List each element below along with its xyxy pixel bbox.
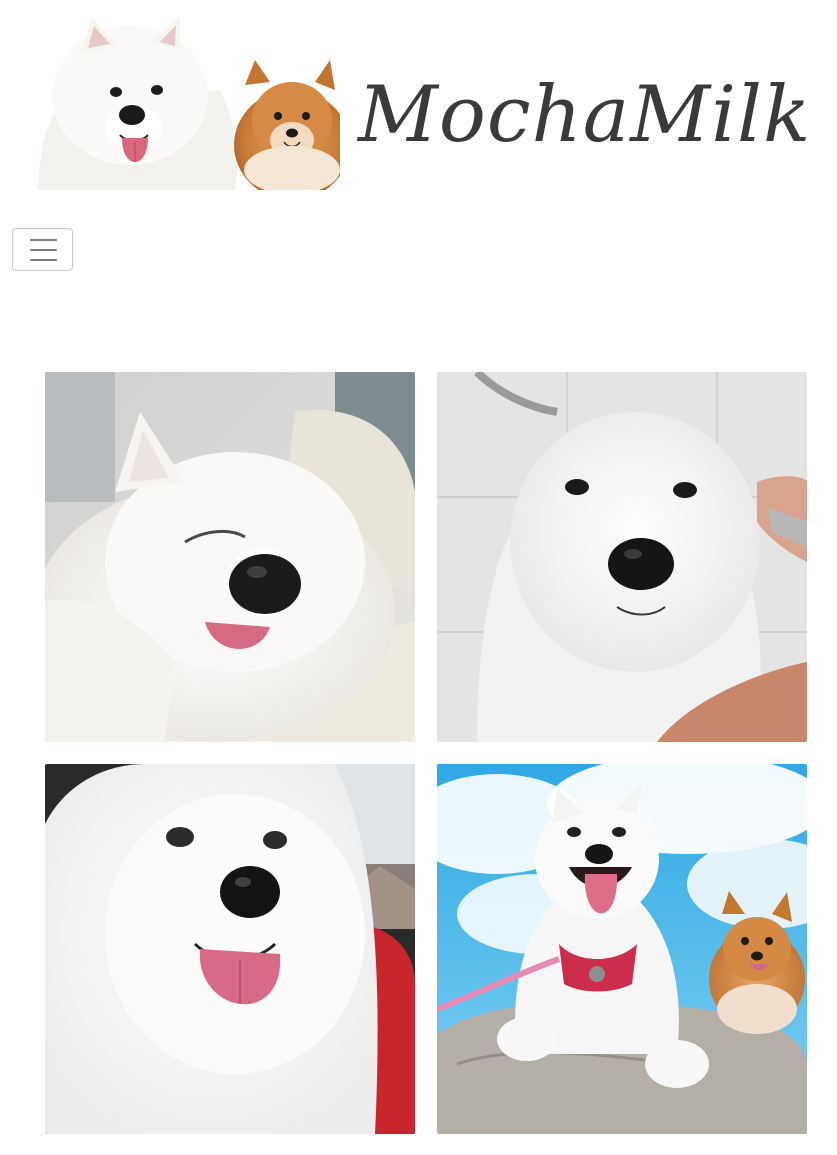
hamburger-menu-icon-bar [30,249,57,251]
photo-gallery [45,372,808,1135]
page: MochaMilk [0,0,837,1155]
navbar [0,210,837,290]
site-header: MochaMilk [0,0,837,200]
gallery-photo-4[interactable] [437,764,807,1134]
logo-link[interactable] [30,10,350,200]
sleepy-samoyed-photo [45,372,415,742]
smiling-samoyed-photo [45,764,415,1134]
nav-toggler-button[interactable] [12,228,73,271]
gallery-photo-2[interactable] [437,372,807,742]
hamburger-menu-icon [30,239,57,241]
gallery-photo-3[interactable] [45,764,415,1134]
gallery-photo-1[interactable] [45,372,415,742]
samoyed-bath-photo [437,372,807,742]
samoyed-and-pomeranian-logo-icon [38,16,350,200]
brand-wordmark[interactable]: MochaMilk [358,50,810,180]
samoyed-and-pomeranian-on-rock-photo [437,764,807,1134]
hamburger-menu-icon-bar [30,259,57,261]
